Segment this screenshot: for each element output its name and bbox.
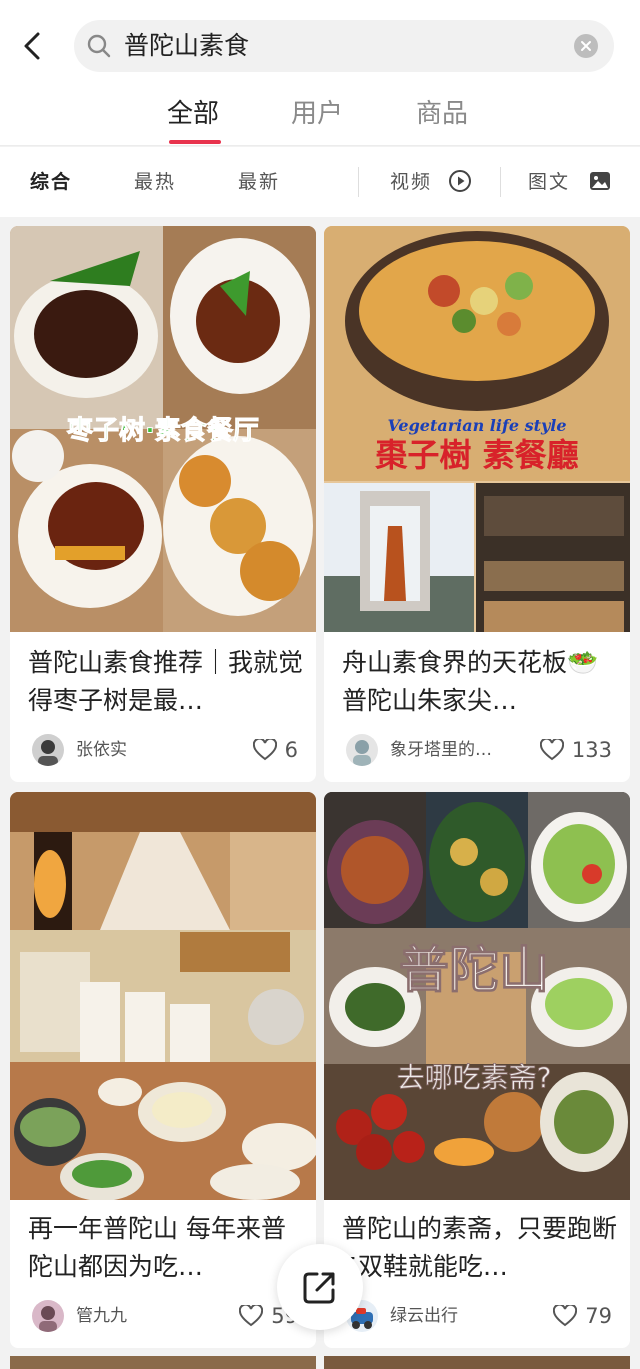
filter-image-text[interactable]: 图文 bbox=[528, 169, 570, 195]
heart-icon bbox=[539, 739, 564, 761]
note-title: 普陀山素食推荐｜我就觉得枣子树是最… bbox=[28, 648, 304, 715]
avatar[interactable] bbox=[346, 734, 378, 766]
image-icon[interactable] bbox=[588, 169, 612, 193]
author-name[interactable]: 管九九 bbox=[76, 1304, 127, 1328]
author-name[interactable]: 张依实 bbox=[76, 738, 127, 762]
food-photo-collage: 枣子树·素食餐厅 bbox=[10, 226, 316, 632]
filter-divider bbox=[358, 167, 359, 197]
note-card[interactable]: Vegetarian life style 棗子樹 素餐廳 舟山素食界的天花板🥗… bbox=[324, 226, 630, 782]
share-icon bbox=[303, 1272, 335, 1304]
filter-hottest[interactable]: 最热 bbox=[134, 169, 176, 195]
like-count: 133 bbox=[571, 738, 612, 762]
heart-icon bbox=[252, 739, 277, 761]
filter-newest[interactable]: 最新 bbox=[238, 169, 280, 195]
note-cover-image: 普陀山 去哪吃素斋? bbox=[324, 792, 630, 1200]
cover-overlay-text: 枣子树·素食餐厅 bbox=[66, 415, 259, 446]
search-query-text: 普陀山素食 bbox=[124, 31, 250, 60]
note-cover-image: Vegetarian life style 棗子樹 素餐廳 bbox=[324, 226, 630, 632]
note-meta: 绿云出行 79 bbox=[346, 1300, 612, 1336]
filter-video[interactable]: 视频 bbox=[390, 169, 432, 195]
like-button[interactable]: 79 bbox=[553, 1300, 612, 1332]
next-row-preview bbox=[10, 1356, 630, 1369]
note-meta: 管九九 59 bbox=[32, 1300, 298, 1336]
author-name[interactable]: 象牙塔里的… bbox=[390, 738, 492, 762]
cover-overlay-text: 棗子樹 素餐廳 bbox=[374, 436, 578, 474]
avatar[interactable] bbox=[32, 734, 64, 766]
note-cover-image: 枣子树·素食餐厅 bbox=[10, 226, 316, 632]
like-button[interactable]: 6 bbox=[252, 734, 298, 766]
heart-icon bbox=[553, 1305, 578, 1327]
food-and-restaurant-collage: Vegetarian life style 棗子樹 素餐廳 bbox=[324, 226, 630, 632]
heart-icon bbox=[239, 1305, 264, 1327]
note-meta: 张依实 6 bbox=[32, 734, 298, 770]
cover-overlay-subtitle: 去哪吃素斋? bbox=[397, 1061, 552, 1094]
chevron-left-icon bbox=[24, 32, 40, 60]
tab-products[interactable]: 商品 bbox=[416, 96, 468, 132]
note-title: 再一年普陀山 每年来普陀山都因为吃… bbox=[28, 1214, 286, 1281]
like-count: 6 bbox=[284, 738, 298, 762]
tab-all[interactable]: 全部 bbox=[167, 96, 219, 132]
note-title: 舟山素食界的天花板🥗普陀山朱家尖… bbox=[342, 648, 599, 715]
note-card[interactable]: 再一年普陀山 每年来普陀山都因为吃… 管九九 59 bbox=[10, 792, 316, 1348]
note-card[interactable]: 枣子树·素食餐厅 普陀山素食推荐｜我就觉得枣子树是最… 张依实 6 bbox=[10, 226, 316, 782]
tab-users[interactable]: 用户 bbox=[291, 96, 343, 132]
filter-bar: 综合 最热 最新 视频 图文 bbox=[0, 147, 640, 217]
clear-search-button[interactable] bbox=[574, 34, 598, 58]
filter-divider bbox=[500, 167, 501, 197]
author-name[interactable]: 绿云出行 bbox=[390, 1304, 458, 1328]
filter-comprehensive[interactable]: 综合 bbox=[30, 169, 72, 195]
back-button[interactable] bbox=[14, 26, 50, 66]
search-icon bbox=[87, 34, 111, 58]
active-tab-indicator bbox=[169, 140, 221, 144]
cover-overlay-english: Vegetarian life style bbox=[387, 416, 566, 435]
temple-and-food-collage bbox=[10, 792, 316, 1200]
top-bar: 普陀山素食 bbox=[0, 0, 640, 90]
note-title: 普陀山的素斋，只要跑断5双鞋就能吃… bbox=[342, 1214, 618, 1281]
search-input[interactable]: 普陀山素食 bbox=[74, 20, 614, 72]
cover-overlay-title: 普陀山 bbox=[399, 940, 549, 999]
note-cover-image bbox=[10, 792, 316, 1200]
like-count: 79 bbox=[585, 1304, 612, 1328]
close-icon bbox=[581, 41, 591, 51]
share-button[interactable] bbox=[277, 1244, 363, 1330]
note-meta: 象牙塔里的… 133 bbox=[346, 734, 612, 770]
result-tabs: 全部 用户 商品 bbox=[0, 90, 640, 146]
avatar[interactable] bbox=[32, 1300, 64, 1332]
vegetarian-dishes-collage: 普陀山 去哪吃素斋? bbox=[324, 792, 630, 1200]
note-card[interactable]: 普陀山 去哪吃素斋? 普陀山的素斋，只要跑断5双鞋就能吃… 绿云出行 79 bbox=[324, 792, 630, 1348]
like-button[interactable]: 133 bbox=[539, 734, 612, 766]
play-circle-icon[interactable] bbox=[448, 169, 472, 193]
